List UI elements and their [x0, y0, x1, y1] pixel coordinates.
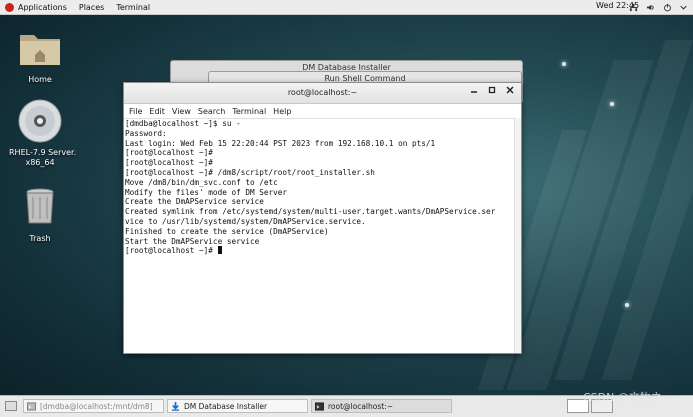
terminal-window[interactable]: root@localhost:~ File Edit View Search T…	[123, 82, 522, 354]
terminal-line: Create the DmAPService service	[125, 197, 264, 207]
desktop-disc[interactable]: RHEL-7.9 Server. x86_64	[9, 98, 77, 168]
network-icon	[629, 3, 638, 11]
terminal-titlebar[interactable]: root@localhost:~	[124, 83, 521, 104]
task-dmdba-label: [dmdba@localhost:/mnt/dm8]	[40, 401, 153, 411]
volume-icon	[646, 4, 654, 10]
folder-icon	[20, 35, 60, 65]
task-installer[interactable]: DM Database Installer	[167, 399, 308, 413]
task-root-terminal[interactable]: root@localhost:~	[311, 399, 452, 413]
trash-icon	[26, 188, 54, 224]
maximize-icon	[488, 86, 496, 94]
terminal-line: Created symlink from /etc/systemd/system…	[125, 207, 496, 217]
minimize-icon	[471, 91, 477, 93]
menu-help[interactable]: Help	[273, 107, 291, 116]
terminal-prompt: [root@localhost ~]#	[125, 246, 218, 256]
places-menu[interactable]: Places	[79, 3, 104, 12]
maximize-button[interactable]	[485, 86, 499, 99]
desktop-home-label: Home	[28, 75, 52, 84]
text-cursor	[217, 246, 222, 255]
menu-search[interactable]: Search	[198, 107, 225, 116]
desktop-trash[interactable]: Trash	[9, 184, 71, 244]
task-root-label: root@localhost:~	[328, 401, 394, 411]
desktop-home[interactable]: Home	[9, 25, 71, 85]
optical-disc-icon	[18, 99, 62, 143]
terminal-icon	[27, 401, 36, 411]
power-icon	[664, 3, 671, 11]
task-dmdba-terminal[interactable]: [dmdba@localhost:/mnt/dm8]	[23, 399, 164, 413]
terminal-line: Last login: Wed Feb 15 22:20:44 PST 2023…	[125, 138, 436, 148]
close-button[interactable]	[503, 86, 517, 99]
terminal-line: Modify the files' mode of DM Server	[125, 187, 287, 197]
top-bar: Applications Places Terminal Wed 22:45	[0, 0, 693, 15]
terminal-line: vice to /usr/lib/systemd/system/DmAPServ…	[125, 216, 366, 226]
desktop-glow	[625, 303, 629, 307]
task-installer-label: DM Database Installer	[184, 401, 268, 411]
desktop-trash-label: Trash	[29, 234, 51, 243]
show-desktop-icon[interactable]	[5, 401, 17, 411]
terminal-menubar: File Edit View Search Terminal Help	[124, 104, 521, 119]
terminal-line: Start the DmAPService service	[125, 236, 260, 246]
terminal-line: [root@localhost ~]#	[125, 158, 213, 168]
desktop-glow	[562, 62, 566, 66]
redhat-logo-icon[interactable]	[5, 2, 14, 12]
menu-file[interactable]: File	[129, 107, 142, 116]
system-tray[interactable]	[629, 0, 687, 14]
menu-edit[interactable]: Edit	[149, 107, 165, 116]
close-icon	[506, 86, 514, 94]
download-arrow-icon	[171, 401, 180, 411]
terminal-line: [dmdba@localhost ~]$ su -	[125, 119, 241, 128]
terminal-scrollbar[interactable]	[514, 118, 521, 353]
terminal-line: Finished to create the service (DmAPServ…	[125, 226, 329, 236]
terminal-line: [root@localhost ~]#	[125, 148, 213, 158]
menu-terminal[interactable]: Terminal	[232, 107, 266, 116]
minimize-button[interactable]	[467, 86, 481, 99]
terminal-title: root@localhost:~	[287, 88, 358, 97]
terminal-icon	[315, 401, 324, 411]
desktop-disc-label: RHEL-7.9 Server. x86_64	[9, 148, 77, 167]
terminal-line: Move /dm8/bin/dm_svc.conf to /etc	[125, 177, 278, 187]
terminal-line: Password:	[125, 128, 167, 138]
terminal-output[interactable]: [dmdba@localhost ~]$ su - Password: Last l…	[124, 118, 514, 353]
terminal-line: [root@localhost ~]# /dm8/script/root/roo…	[125, 167, 375, 177]
terminal-app-menu[interactable]: Terminal	[116, 3, 150, 12]
watermark: CSDN @文牧之	[583, 391, 662, 404]
applications-menu[interactable]: Applications	[18, 3, 67, 12]
menu-view[interactable]: View	[172, 107, 191, 116]
desktop-glow	[610, 102, 614, 106]
chevron-down-icon	[680, 5, 687, 10]
terminal-prompt-line: [root@localhost ~]#	[125, 246, 513, 256]
